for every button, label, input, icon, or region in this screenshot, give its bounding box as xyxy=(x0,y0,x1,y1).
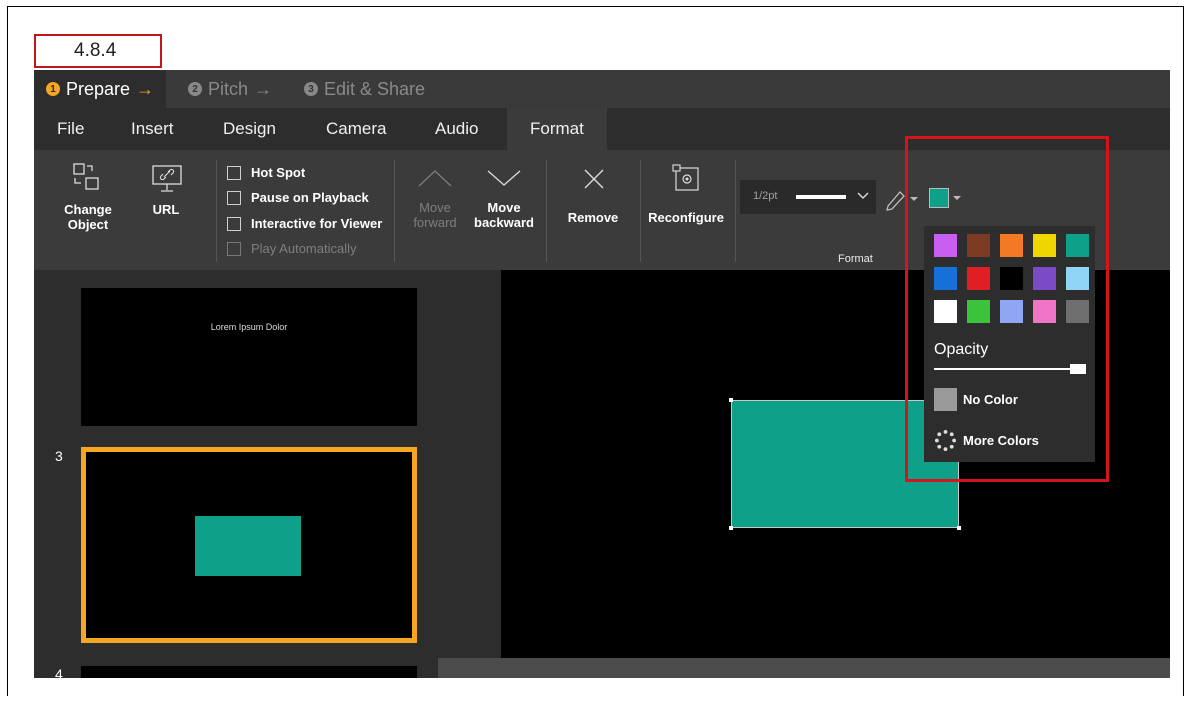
annotation-highlight-box xyxy=(905,136,1109,482)
resize-handle[interactable] xyxy=(729,398,733,402)
slide-thumbnail[interactable] xyxy=(81,666,417,678)
ribbon-divider xyxy=(640,160,641,262)
reconfigure-icon xyxy=(672,164,699,191)
line-weight-dropdown[interactable]: 1/2pt xyxy=(740,180,876,214)
slide-number: 4 xyxy=(55,666,63,678)
remove-button[interactable]: Remove xyxy=(561,160,625,240)
move-forward-line-2: forward xyxy=(413,215,457,230)
slide-thumbnail[interactable]: Lorem Ipsum Dolor xyxy=(81,288,417,426)
chevron-down-icon xyxy=(487,170,521,186)
url-label: URL xyxy=(152,202,180,217)
slide-number: 3 xyxy=(55,448,63,464)
url-button[interactable]: URL xyxy=(144,160,188,240)
move-backward-line-1: Move xyxy=(487,200,521,215)
checkbox-label: Hot Spot xyxy=(251,165,306,180)
format-group-label: Format xyxy=(838,253,873,265)
menu-design[interactable]: Design xyxy=(223,108,276,150)
close-icon xyxy=(584,169,604,189)
move-forward-line-1: Move xyxy=(419,200,451,215)
slide-panel: Lorem Ipsum Dolor 3 4 xyxy=(34,270,438,678)
change-object-label: Change Object xyxy=(64,202,112,232)
menu-file[interactable]: File xyxy=(57,108,84,150)
menu-format[interactable]: Format xyxy=(507,108,607,150)
step-number: 1 xyxy=(46,82,60,96)
ribbon-divider xyxy=(735,160,736,262)
ribbon-divider xyxy=(546,160,547,262)
checkbox-icon xyxy=(227,190,241,205)
pause-on-playback-checkbox[interactable]: Pause on Playback xyxy=(227,190,369,205)
step-label: Edit & Share xyxy=(324,78,426,99)
checkbox-icon xyxy=(227,165,241,180)
ribbon-divider xyxy=(394,160,395,262)
checkbox-icon xyxy=(227,216,241,231)
thumbnail-text: Lorem Ipsum Dolor xyxy=(210,322,288,332)
thumbnail-shape xyxy=(195,516,301,576)
url-icon xyxy=(152,165,182,192)
step-label: Prepare xyxy=(66,78,131,99)
step-label: Pitch xyxy=(208,78,249,99)
move-forward-label: Move forward xyxy=(407,200,463,230)
checkbox-icon xyxy=(227,241,241,256)
menu-audio[interactable]: Audio xyxy=(435,108,478,150)
resize-handle[interactable] xyxy=(957,526,961,530)
arrow-right-icon: → xyxy=(136,78,155,99)
play-automatically-checkbox[interactable]: Play Automatically xyxy=(227,241,357,256)
reconfigure-label: Reconfigure xyxy=(648,210,724,225)
remove-label: Remove xyxy=(567,210,619,225)
change-object-button[interactable]: Change Object xyxy=(58,160,118,240)
step-pitch[interactable]: 2 Pitch → xyxy=(188,70,272,108)
menu-camera[interactable]: Camera xyxy=(326,108,386,150)
move-backward-line-2: backward xyxy=(474,215,534,230)
checkbox-label: Play Automatically xyxy=(251,241,357,256)
move-backward-button[interactable]: Move backward xyxy=(470,160,538,240)
line-weight-value: 1/2pt xyxy=(753,190,778,202)
checkbox-label: Interactive for Viewer xyxy=(251,216,383,231)
resize-handle[interactable] xyxy=(729,526,733,530)
step-number: 2 xyxy=(188,82,202,96)
move-forward-button[interactable]: Move forward xyxy=(407,160,463,240)
interactive-for-viewer-checkbox[interactable]: Interactive for Viewer xyxy=(227,216,382,231)
chevron-down-icon xyxy=(857,192,869,199)
step-prepare[interactable]: 1 Prepare → xyxy=(34,70,167,108)
chevron-up-icon xyxy=(418,170,452,187)
checkbox-label: Pause on Playback xyxy=(251,190,369,205)
step-number: 3 xyxy=(304,82,318,96)
change-object-icon xyxy=(73,163,99,190)
step-bar: 1 Prepare → 2 Pitch → 3 Edit & Share xyxy=(34,70,1170,108)
hot-spot-checkbox[interactable]: Hot Spot xyxy=(227,165,305,180)
slide-thumbnail-selected[interactable] xyxy=(81,447,417,643)
menu-insert[interactable]: Insert xyxy=(131,108,174,150)
reconfigure-button[interactable]: Reconfigure xyxy=(644,160,728,240)
horizontal-scrollbar[interactable] xyxy=(438,658,1170,678)
move-backward-label: Move backward xyxy=(470,200,538,230)
version-label: 4.8.4 xyxy=(34,34,162,68)
ribbon-divider xyxy=(216,160,217,262)
line-preview xyxy=(796,195,846,199)
arrow-right-icon: → xyxy=(254,78,273,99)
step-edit-share[interactable]: 3 Edit & Share xyxy=(304,70,425,108)
